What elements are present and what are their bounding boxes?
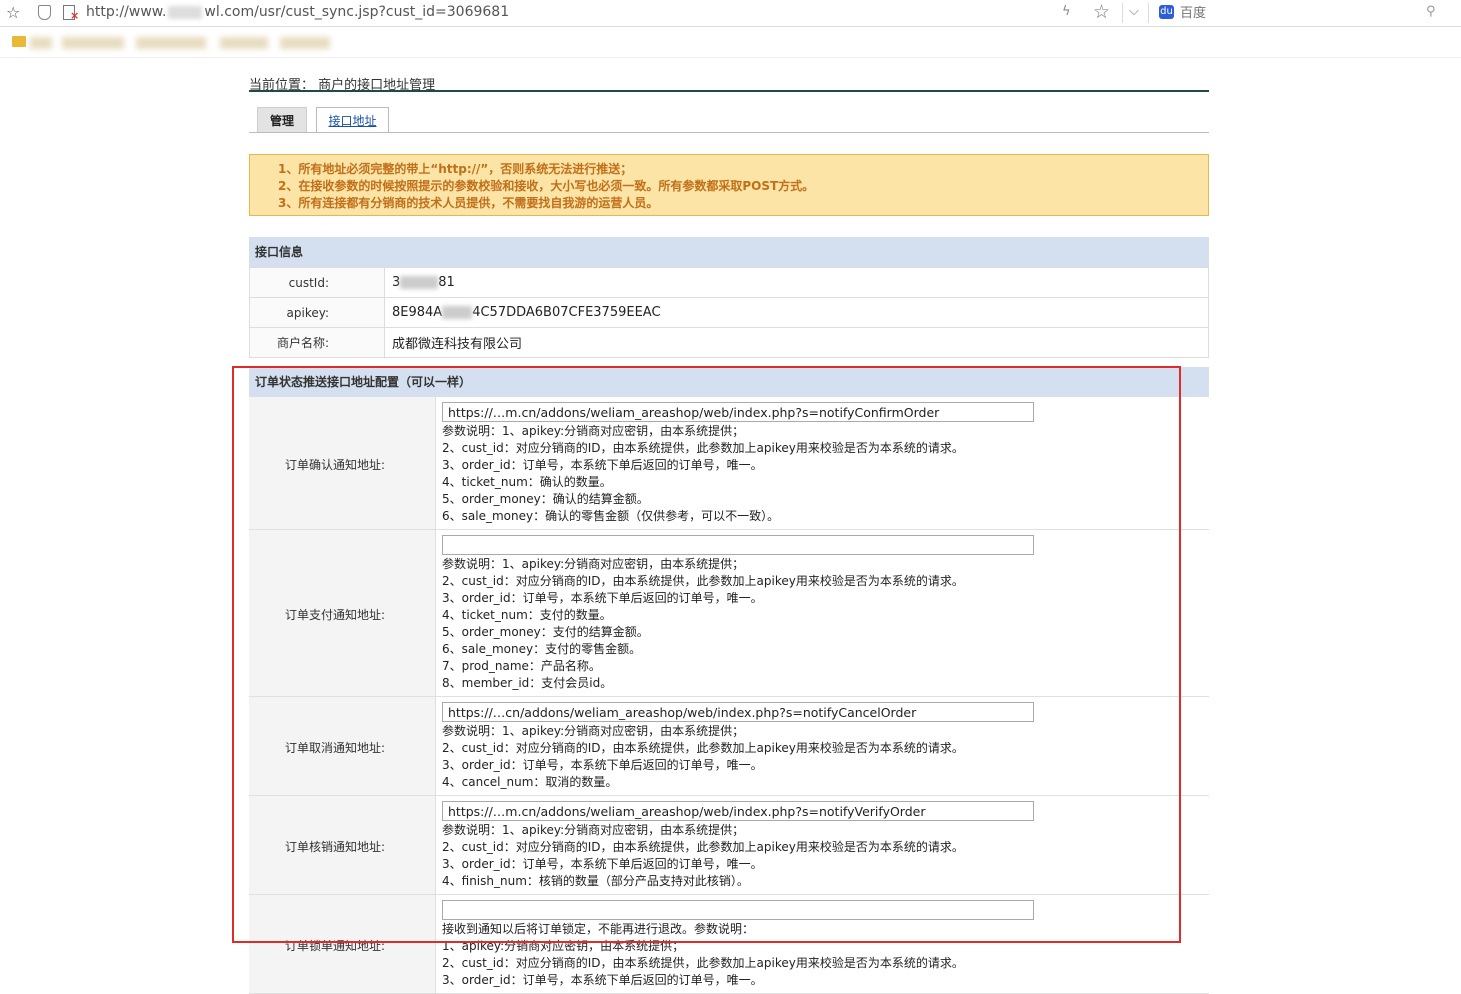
- cust-id-value: 3 81: [384, 267, 1209, 298]
- notice-box: 1、所有地址必须完整的带上“http://”，否则系统无法进行推送； 2、在接收…: [249, 154, 1209, 216]
- tab-manage[interactable]: 管理: [257, 107, 307, 133]
- url-field[interactable]: http://www. wl.com/usr/cust_sync.jsp?cust…: [86, 4, 509, 20]
- config-content: 参数说明：1、apikey:分销商对应密钥，由本系统提供； 2、cust_id：对…: [442, 697, 1209, 795]
- field-label: custId:: [249, 267, 385, 298]
- param-description-line: 1、apikey:分销商对应密钥，由本系统提供；: [442, 939, 685, 953]
- toolbar-divider: [1148, 3, 1149, 23]
- favorite-star-icon[interactable]: ☆: [6, 3, 20, 22]
- notice-line: 3、所有连接都有分销商的技术人员提供，不需要找自我游的运营人员。: [278, 196, 659, 210]
- redaction: [400, 276, 439, 289]
- param-description-line: 4、ticket_num：确认的数量。: [442, 475, 612, 489]
- param-description-line: 3、order_id：订单号，本系统下单后返回的订单号，唯一。: [442, 458, 763, 472]
- param-description-line: 接收到通知以后将订单锁定，不能再进行退改。参数说明：: [442, 922, 755, 936]
- bookmark-item[interactable]: [62, 37, 124, 49]
- notice-line: 2、在接收参数的时候按照提示的参数校验和接收，大小写也必须一致。所有参数都采取P…: [278, 179, 815, 193]
- config-row: 订单取消通知地址: 参数说明：1、apikey:分销商对应密钥，由本系统提供； 2、…: [249, 697, 1209, 796]
- config-label: 订单锁单通知地址:: [285, 939, 386, 953]
- param-description-line: 6、sale_money：确认的零售金额（仅供参考，可以不一致）。: [442, 509, 780, 523]
- breadcrumb-divider: [249, 90, 1209, 92]
- lightning-icon[interactable]: ϟ: [1062, 4, 1071, 19]
- bookmark-item[interactable]: [280, 37, 330, 49]
- config-content: 参数说明：1、apikey:分销商对应密钥，由本系统提供； 2、cust_id：对…: [442, 796, 1209, 894]
- search-icon[interactable]: ⚲: [1426, 4, 1436, 19]
- param-description-line: 8、member_id：支付会员id。: [442, 676, 613, 690]
- param-description-line: 3、order_id：订单号，本系统下单后返回的订单号，唯一。: [442, 758, 763, 772]
- param-description-line: 2、cust_id：对应分销商的ID，由本系统提供，此参数加上apikey用来校…: [442, 574, 964, 588]
- param-description-line: 参数说明：1、apikey:分销商对应密钥，由本系统提供；: [442, 823, 745, 837]
- param-description-line: 2、cust_id：对应分销商的ID，由本系统提供，此参数加上apikey用来校…: [442, 741, 964, 755]
- config-label-cell: 订单锁单通知地址:: [249, 895, 436, 993]
- config-row: 订单确认通知地址: 参数说明：1、apikey:分销商对应密钥，由本系统提供； 2、…: [249, 397, 1209, 530]
- config-content: 参数说明：1、apikey:分销商对应密钥，由本系统提供； 2、cust_id：对…: [442, 397, 1209, 529]
- search-input[interactable]: [1178, 4, 1440, 23]
- param-description-line: 2、cust_id：对应分销商的ID，由本系统提供，此参数加上apikey用来校…: [442, 441, 964, 455]
- url-redaction: [168, 5, 203, 19]
- toolbar-divider: [1122, 3, 1123, 23]
- config-label-cell: 订单确认通知地址:: [249, 397, 436, 529]
- section-title-interface-info: 接口信息: [249, 237, 1209, 267]
- folder-icon[interactable]: [12, 36, 26, 47]
- param-description-line: 4、finish_num：核销的数量（部分产品支持对此核销）。: [442, 874, 749, 888]
- param-description-line: 参数说明：1、apikey:分销商对应密钥，由本系统提供；: [442, 424, 745, 438]
- config-label: 订单核销通知地址:: [285, 840, 386, 854]
- bookmark-star-icon[interactable]: ☆: [1093, 1, 1110, 23]
- config-row: 订单核销通知地址: 参数说明：1、apikey:分销商对应密钥，由本系统提供； 2、…: [249, 796, 1209, 895]
- config-label-cell: 订单支付通知地址:: [249, 530, 436, 696]
- table-row: apikey: 8E984A 4C57DDA6B07CFE3759EEAC: [249, 297, 1209, 328]
- config-row: 订单锁单通知地址: 接收到通知以后将订单锁定，不能再进行退改。参数说明： 1、api…: [249, 895, 1209, 994]
- param-description-line: 4、ticket_num：支付的数量。: [442, 608, 612, 622]
- apikey-value: 8E984A 4C57DDA6B07CFE3759EEAC: [384, 297, 1209, 328]
- param-description-line: 4、cancel_num：取消的数量。: [442, 775, 618, 789]
- insecure-page-icon[interactable]: [63, 5, 79, 22]
- param-description-line: 7、prod_name：产品名称。: [442, 659, 601, 673]
- baidu-paw-icon[interactable]: du: [1159, 5, 1174, 19]
- interface-info-table: custId: 3 81 apikey: 8E984A 4C57DDA6B07CFE…: [249, 267, 1209, 358]
- config-content: 接收到通知以后将订单锁定，不能再进行退改。参数说明： 1、apikey:分销商对应…: [442, 895, 1209, 993]
- config-row: 订单支付通知地址: 参数说明：1、apikey:分销商对应密钥，由本系统提供； 2、…: [249, 530, 1209, 697]
- notify-url-input[interactable]: [442, 535, 1034, 555]
- param-description-line: 6、sale_money：支付的零售金额。: [442, 642, 642, 656]
- field-label: 商户名称:: [249, 327, 385, 358]
- config-content: 参数说明：1、apikey:分销商对应密钥，由本系统提供； 2、cust_id：对…: [442, 530, 1209, 696]
- notify-url-input[interactable]: [442, 402, 1034, 422]
- shield-icon[interactable]: [38, 5, 51, 20]
- bookmark-item[interactable]: [136, 37, 206, 49]
- config-table: 订单确认通知地址: 参数说明：1、apikey:分销商对应密钥，由本系统提供； 2、…: [249, 397, 1209, 994]
- notice-line: 1、所有地址必须完整的带上“http://”，否则系统无法进行推送；: [278, 162, 633, 176]
- param-description-line: 3、order_id：订单号，本系统下单后返回的订单号，唯一。: [442, 857, 763, 871]
- param-description-line: 3、order_id：订单号，本系统下单后返回的订单号，唯一。: [442, 591, 763, 605]
- tab-interface-address[interactable]: 接口地址: [316, 107, 389, 133]
- field-label: apikey:: [249, 297, 385, 328]
- notify-url-input[interactable]: [442, 801, 1034, 821]
- bookmark-item[interactable]: [30, 37, 52, 49]
- param-description-line: 2、cust_id：对应分销商的ID，由本系统提供，此参数加上apikey用来校…: [442, 956, 964, 970]
- notify-url-input[interactable]: [442, 702, 1034, 722]
- table-row: 商户名称: 成都微连科技有限公司: [249, 327, 1209, 358]
- merchant-name-value: 成都微连科技有限公司: [384, 327, 1209, 358]
- param-description-line: 参数说明：1、apikey:分销商对应密钥，由本系统提供；: [442, 557, 745, 571]
- config-label: 订单确认通知地址:: [285, 458, 386, 472]
- config-label-cell: 订单核销通知地址:: [249, 796, 436, 894]
- section-title-config: 订单状态推送接口地址配置（可以一样）: [249, 367, 1209, 397]
- chevron-down-icon[interactable]: ⌵: [1129, 4, 1139, 19]
- param-description-line: 5、order_money：确认的结算金额。: [442, 492, 649, 506]
- config-label-cell: 订单取消通知地址:: [249, 697, 436, 795]
- param-description-line: 参数说明：1、apikey:分销商对应密钥，由本系统提供；: [442, 724, 745, 738]
- config-label: 订单取消通知地址:: [285, 741, 386, 755]
- bookmark-item[interactable]: [220, 37, 268, 49]
- param-description-line: 3、order_id：订单号，本系统下单后返回的订单号，唯一。: [442, 973, 763, 987]
- redaction: [442, 306, 473, 319]
- notify-url-input[interactable]: [442, 900, 1034, 920]
- param-description-line: 2、cust_id：对应分销商的ID，由本系统提供，此参数加上apikey用来校…: [442, 840, 964, 854]
- param-description-line: 5、order_money：支付的结算金额。: [442, 625, 649, 639]
- config-label: 订单支付通知地址:: [285, 608, 386, 622]
- tabs-divider: [249, 132, 1209, 133]
- bookmarks-bar: [0, 27, 1461, 58]
- table-row: custId: 3 81: [249, 267, 1209, 298]
- address-bar: ☆ http://www.wl.com/usr/cust_sync.jsp?cu…: [0, 0, 1461, 27]
